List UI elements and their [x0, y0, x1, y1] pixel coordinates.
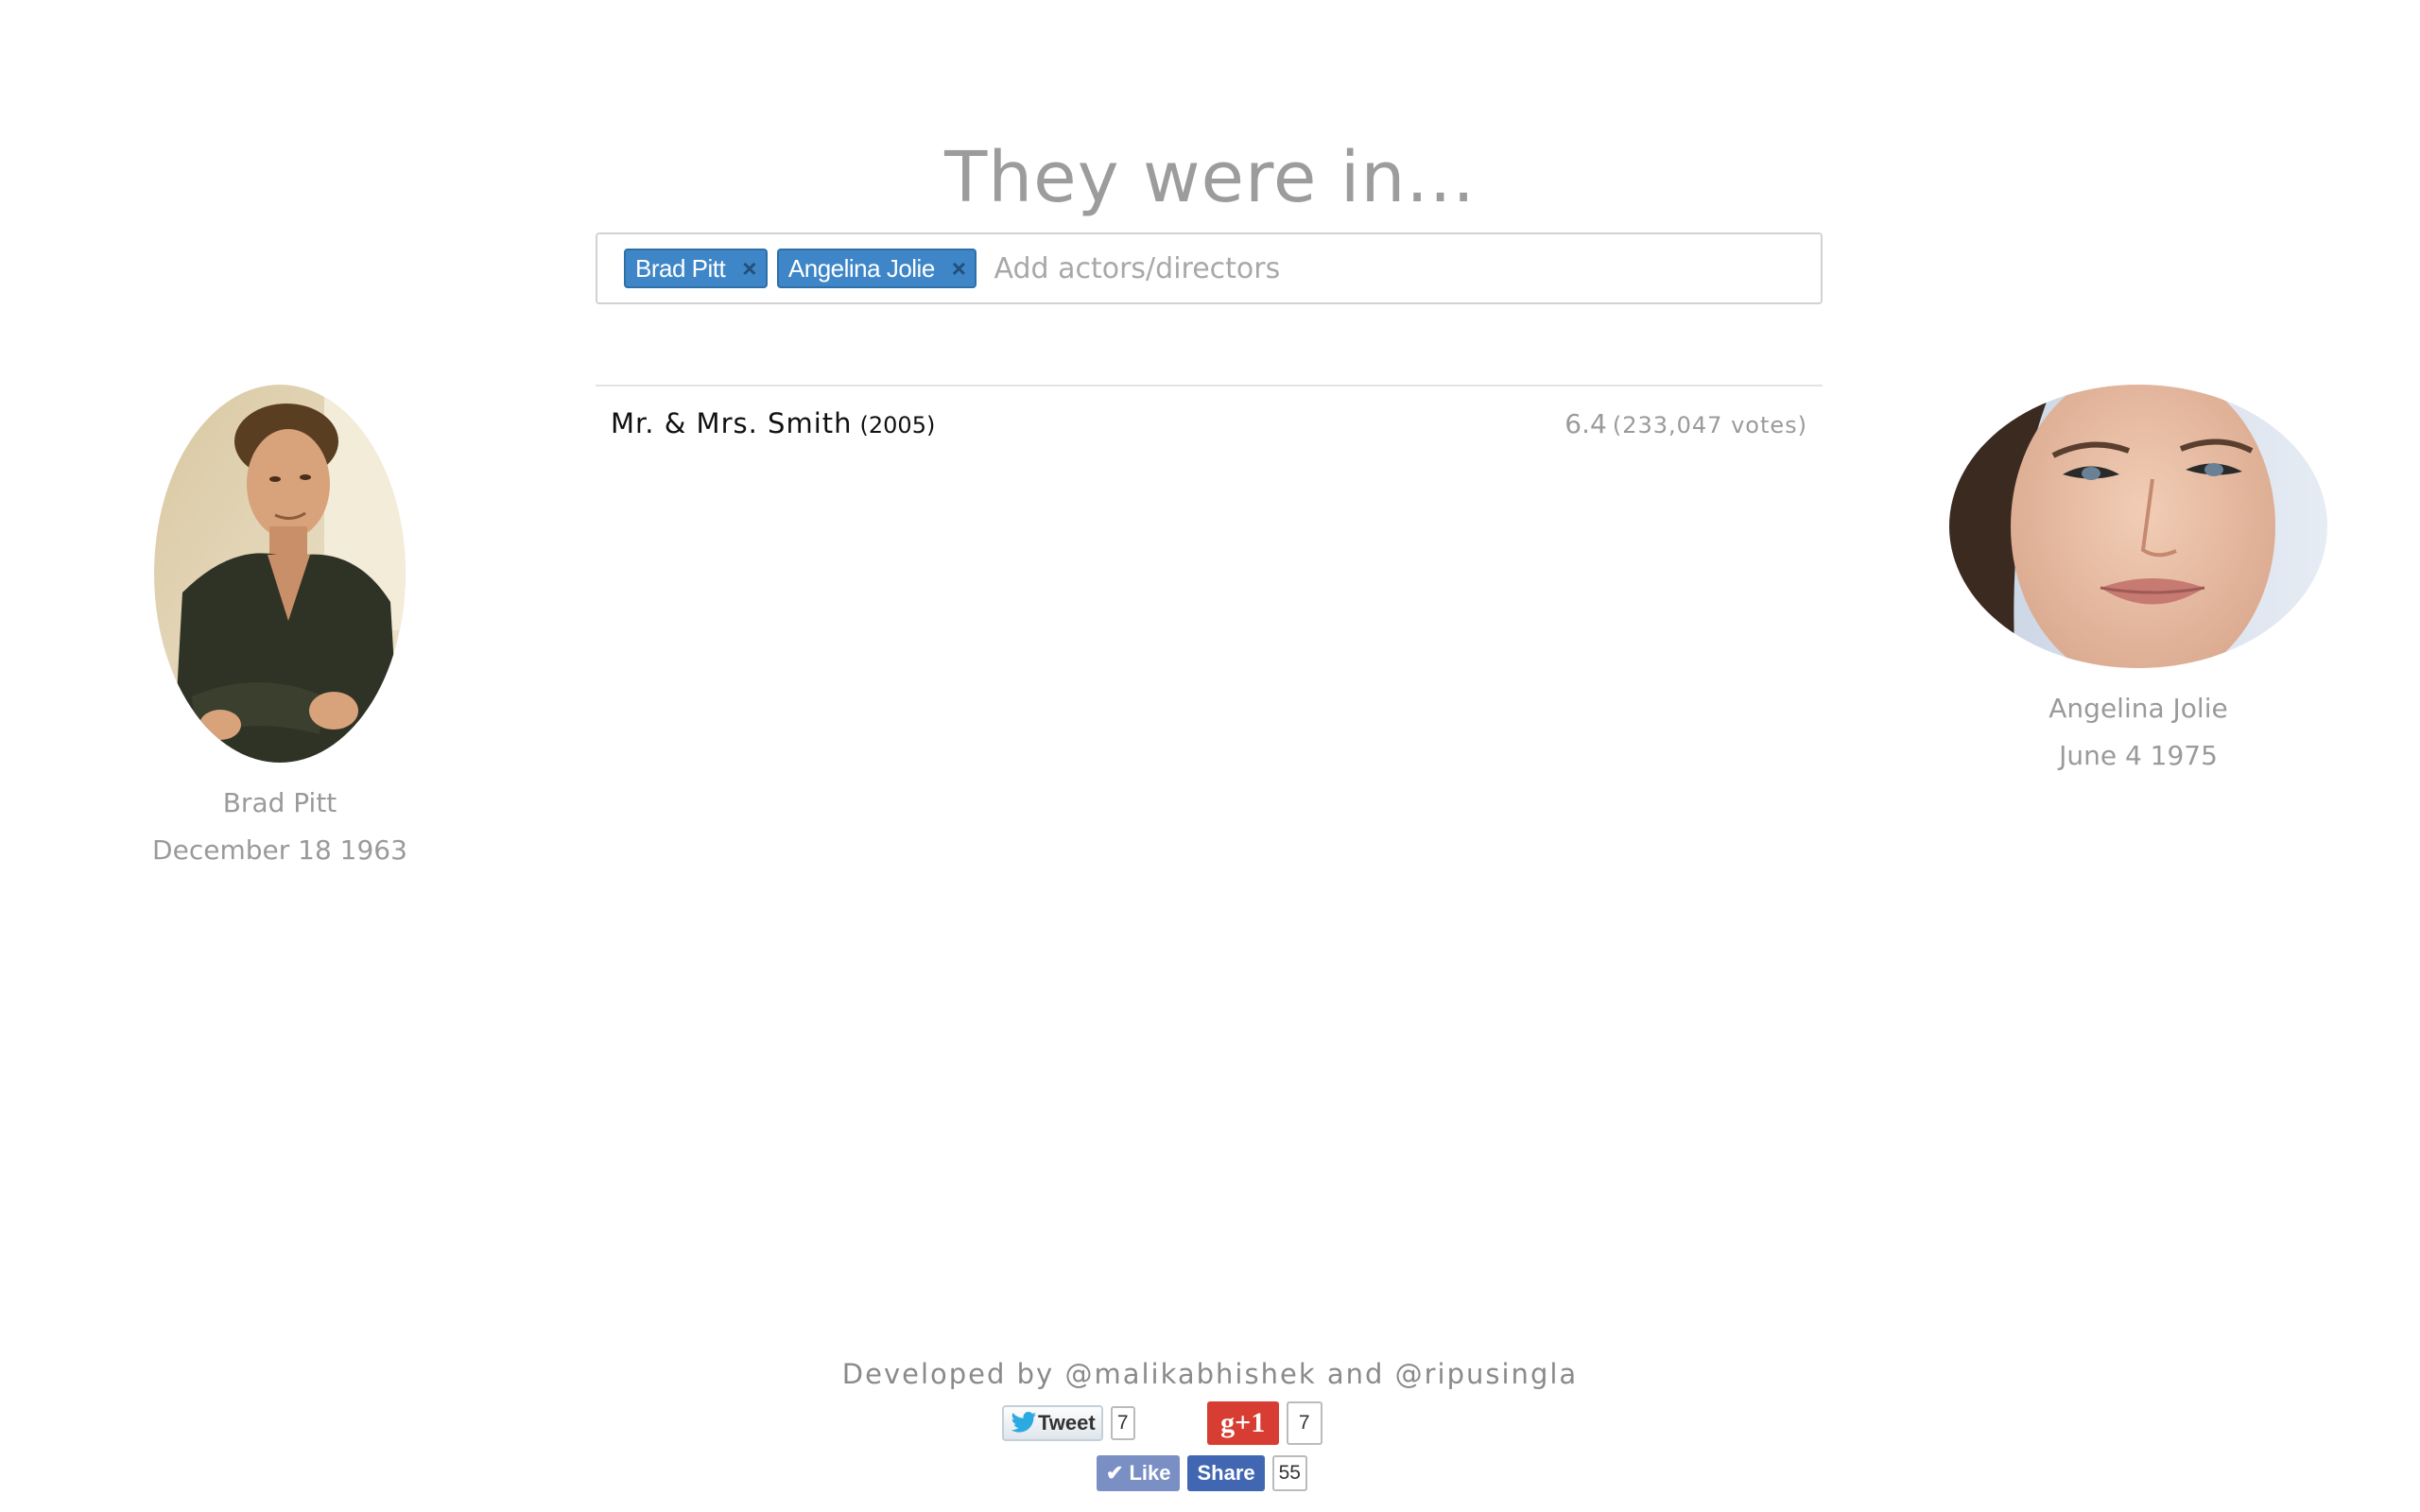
social-row-2: ✔ Like Share 55 — [1097, 1455, 1307, 1491]
facebook-count: 55 — [1271, 1455, 1307, 1491]
tag-label: Brad Pitt — [635, 253, 726, 283]
person-card-right: Angelina Jolie June 4 1975 — [1921, 385, 2356, 780]
person-photo-angelina-jolie — [1949, 385, 2327, 668]
footer-conjunction: and — [1326, 1358, 1385, 1390]
person-photo-brad-pitt — [154, 385, 406, 763]
movie-rating: 6.4 — [1564, 408, 1607, 439]
twitter-bird-icon — [1011, 1412, 1037, 1433]
tag-label: Angelina Jolie — [787, 253, 935, 283]
result-title-group: Mr. & Mrs. Smith (2005) — [611, 407, 935, 439]
movie-votes: (233,047 votes) — [1612, 412, 1807, 438]
footer-prefix: Developed by — [841, 1358, 1055, 1390]
gplus-count: 7 — [1286, 1401, 1322, 1445]
person-name: Angelina Jolie — [2048, 693, 2228, 724]
results-list: Mr. & Mrs. Smith (2005) 6.4 (233,047 votes… — [596, 385, 1823, 460]
result-row[interactable]: Mr. & Mrs. Smith (2005) 6.4 (233,047 votes… — [596, 387, 1823, 460]
tweet-count: 7 — [1110, 1406, 1135, 1440]
like-label: Like — [1129, 1461, 1171, 1485]
footer-credits: Developed by @malikabhishek and @ripusin… — [0, 1358, 2420, 1390]
social-row-1: Tweet 7 g+1 7 — [1002, 1401, 1322, 1445]
check-icon: ✔ — [1106, 1461, 1124, 1485]
gplus-button[interactable]: g+1 — [1206, 1401, 1279, 1445]
facebook-like-button[interactable]: ✔ Like — [1097, 1455, 1181, 1491]
tweet-button[interactable]: Tweet — [1002, 1405, 1103, 1441]
person-photo-image — [154, 385, 406, 763]
result-rating-group: 6.4 (233,047 votes) — [1564, 408, 1807, 439]
facebook-share-button[interactable]: Share — [1187, 1455, 1265, 1491]
tag-remove-icon[interactable]: × — [742, 256, 756, 281]
person-photo-image — [1949, 385, 2327, 668]
page-title: They were in... — [944, 137, 1476, 218]
tag-angelina-jolie: Angelina Jolie × — [776, 249, 977, 288]
person-birthdate: December 18 1963 — [152, 834, 407, 866]
movie-title[interactable]: Mr. & Mrs. Smith — [611, 407, 853, 439]
search-input[interactable] — [992, 244, 1821, 293]
tag-brad-pitt: Brad Pitt × — [624, 249, 768, 288]
tweet-label: Tweet — [1038, 1411, 1096, 1435]
tag-remove-icon[interactable]: × — [952, 256, 966, 281]
person-card-left: Brad Pitt December 18 1963 — [129, 385, 431, 874]
person-name: Brad Pitt — [222, 787, 337, 818]
footer-link-ripusingla[interactable]: @ripusingla — [1395, 1358, 1579, 1390]
footer-link-malikabhishek[interactable]: @malikabhishek — [1064, 1358, 1316, 1390]
page: They were in... Brad Pitt × Angelina Jol… — [0, 0, 2420, 1512]
person-birthdate: June 4 1975 — [2059, 740, 2218, 771]
search-box[interactable]: Brad Pitt × Angelina Jolie × — [596, 232, 1823, 304]
movie-year: (2005) — [859, 412, 936, 438]
